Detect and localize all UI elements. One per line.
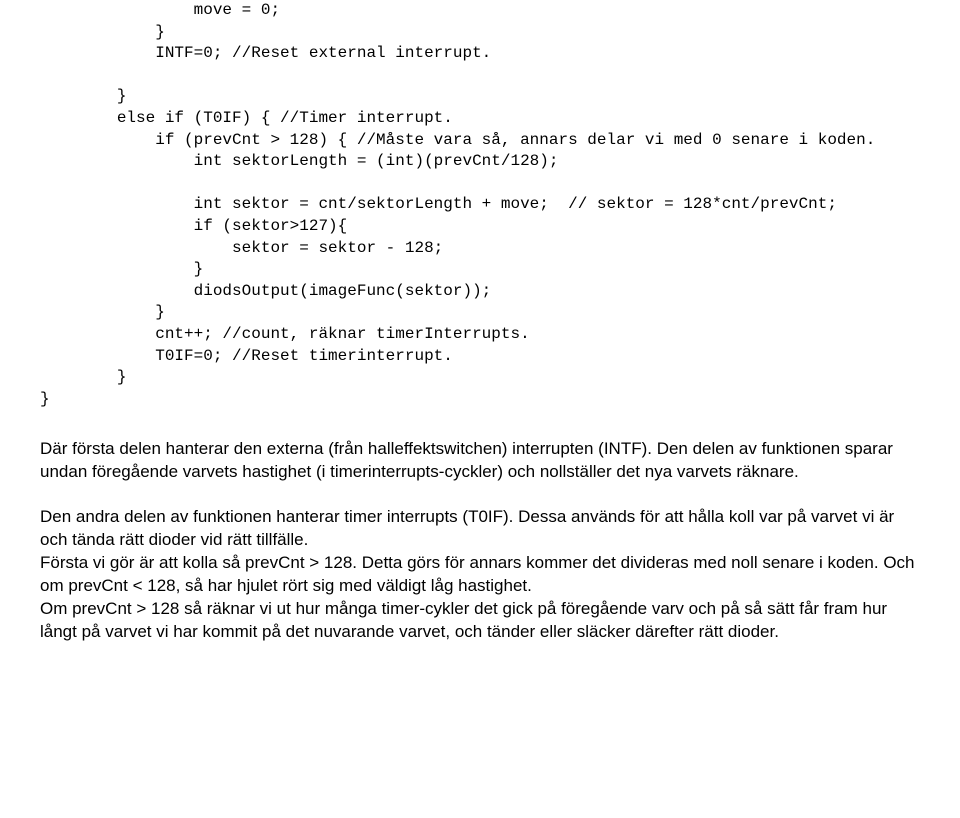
code-line: T0IF=0; //Reset timerinterrupt. — [40, 347, 453, 365]
document-page: move = 0; } INTF=0; //Reset external int… — [0, 0, 960, 664]
code-line: } — [40, 368, 126, 386]
code-line: cnt++; //count, räknar timerInterrupts. — [40, 325, 530, 343]
code-line: sektor = sektor - 128; — [40, 239, 443, 257]
code-line: diodsOutput(imageFunc(sektor)); — [40, 282, 491, 300]
paragraph-2: Den andra delen av funktionen hanterar t… — [40, 506, 920, 644]
paragraph-1: Där första delen hanterar den externa (f… — [40, 438, 920, 484]
prose-section: Där första delen hanterar den externa (f… — [40, 438, 920, 644]
code-line: int sektorLength = (int)(prevCnt/128); — [40, 152, 558, 170]
code-line: if (prevCnt > 128) { //Måste vara så, an… — [40, 131, 875, 149]
code-line: } — [40, 303, 165, 321]
code-line: INTF=0; //Reset external interrupt. — [40, 44, 491, 62]
code-line: } — [40, 23, 165, 41]
code-block: move = 0; } INTF=0; //Reset external int… — [40, 0, 920, 410]
code-line: else if (T0IF) { //Timer interrupt. — [40, 109, 453, 127]
code-line: } — [40, 87, 126, 105]
code-line: if (sektor>127){ — [40, 217, 347, 235]
code-line: } — [40, 390, 50, 408]
code-line: int sektor = cnt/sektorLength + move; //… — [40, 195, 837, 213]
code-line: move = 0; — [40, 1, 280, 19]
code-line: } — [40, 260, 203, 278]
